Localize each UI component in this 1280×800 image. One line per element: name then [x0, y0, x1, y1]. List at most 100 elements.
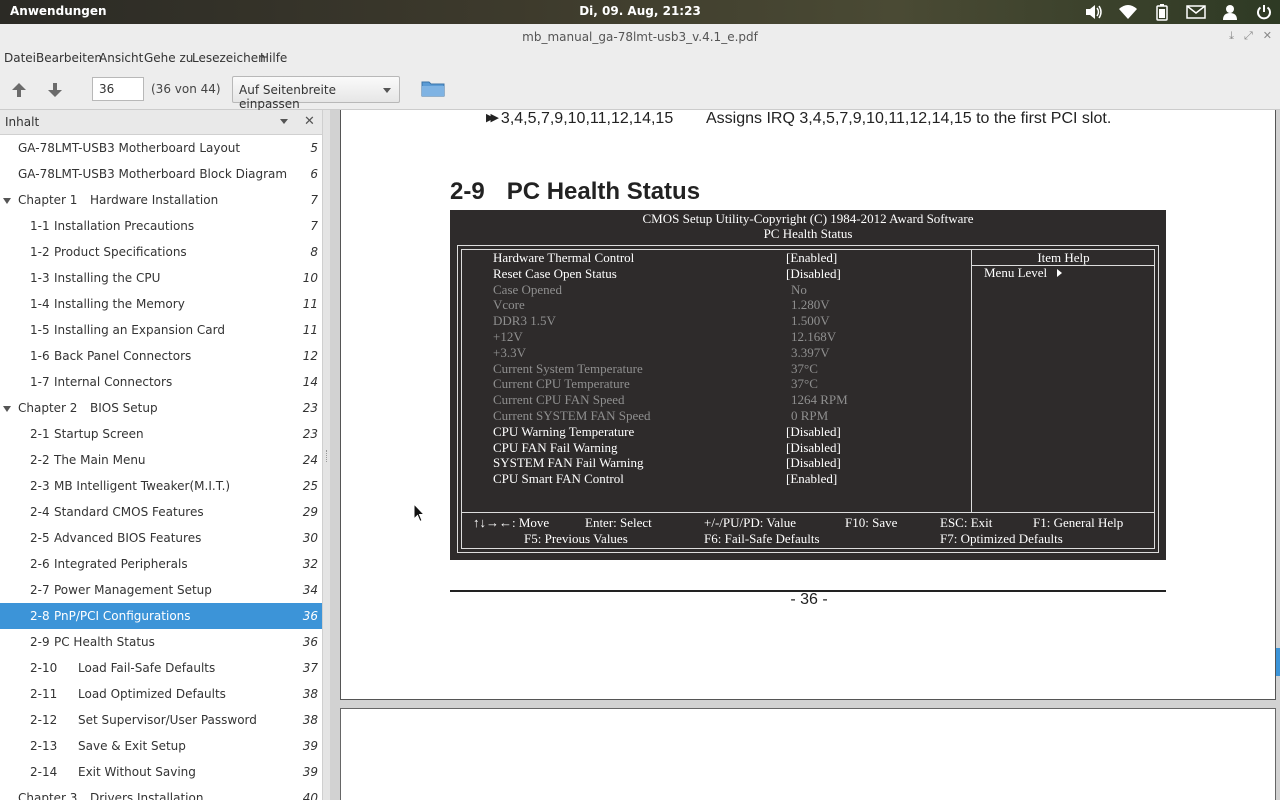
toc-item[interactable]: 1-1 Installation Precautions 7	[0, 213, 322, 239]
sidebar-title[interactable]: Inhalt	[5, 115, 39, 129]
expand-triangle-icon[interactable]	[3, 406, 11, 412]
toc-item[interactable]: Chapter 3 Drivers Installation 40	[0, 785, 322, 800]
toc-item[interactable]: 1-2 Product Specifications 8	[0, 239, 322, 265]
menu-bar: Datei Bearbeiten Ansicht Gehe zu Lesezei…	[0, 50, 1280, 72]
toc-item[interactable]: 2-4 Standard CMOS Features 29	[0, 499, 322, 525]
expand-triangle-icon[interactable]	[3, 198, 11, 204]
menu-ansicht[interactable]: Ansicht	[95, 50, 143, 66]
toc-item[interactable]: 2-11 Load Optimized Defaults 38	[0, 681, 322, 707]
toc-item-number: 2-8	[30, 609, 50, 623]
splitter-grip[interactable]	[326, 450, 328, 462]
pdf-page: ▶▶ 3,4,5,7,9,10,11,12,14,15 Assigns IRQ 3…	[340, 110, 1276, 700]
page-number: - 36 -	[790, 591, 828, 608]
toc-item[interactable]: 2-7 Power Management Setup 34	[0, 577, 322, 603]
toc-item[interactable]: 2-2 The Main Menu 24	[0, 447, 322, 473]
sidebar-splitter[interactable]	[322, 110, 330, 800]
toc-item-number: 2-5	[30, 531, 50, 545]
applications-menu[interactable]: Anwendungen	[10, 4, 107, 18]
user-icon[interactable]	[1220, 2, 1240, 22]
toc-item[interactable]: 2-14 Exit Without Saving 39	[0, 759, 322, 785]
toc-item[interactable]: 2-6 Integrated Peripherals 32	[0, 551, 322, 577]
toc-item-page: 39	[302, 765, 318, 779]
bios-menu-level-label: Menu Level	[984, 265, 1048, 280]
toc-item-page: 6	[310, 167, 318, 181]
toc-item[interactable]: 1-5 Installing an Expansion Card 11	[0, 317, 322, 343]
triangle-right-icon	[1057, 269, 1063, 277]
toc-item[interactable]: 2-12 Set Supervisor/User Password 38	[0, 707, 322, 733]
toc-item-page: 8	[310, 245, 318, 259]
maximize-icon[interactable]: ⤢	[1244, 29, 1253, 43]
minimize-icon[interactable]: ⤓	[1229, 29, 1234, 43]
page-number-input[interactable]: 36	[92, 77, 144, 101]
document-view[interactable]: ▶▶ 3,4,5,7,9,10,11,12,14,15 Assigns IRQ 3…	[330, 110, 1280, 800]
toc-item-number: GA-78LMT-USB3 Motherboard Block Diagram	[18, 167, 288, 181]
toc-item[interactable]: 2-9 PC Health Status 36	[0, 629, 322, 655]
power-icon[interactable]	[1254, 2, 1274, 22]
section-number: 2-9	[450, 178, 485, 205]
menu-hilfe[interactable]: Hilfe	[256, 50, 287, 66]
toc-item-page: 24	[302, 453, 318, 467]
section-heading: 2-9 PC Health Status	[450, 178, 700, 206]
volume-icon[interactable]	[1084, 2, 1104, 22]
toc-item-number: Chapter 3	[18, 791, 78, 800]
chevron-down-icon[interactable]	[280, 119, 288, 124]
toc-item[interactable]: 1-7 Internal Connectors 14	[0, 369, 322, 395]
toc-item-label: The Main Menu	[54, 453, 146, 467]
toc-item-label: Installing the CPU	[54, 271, 161, 285]
toc-item[interactable]: 2-13 Save & Exit Setup 39	[0, 733, 322, 759]
toc-item-page: 40	[302, 791, 318, 800]
menu-lesezeichen[interactable]: Lesezeichen	[188, 50, 266, 66]
window-title: mb_manual_ga-78lmt-usb3_v.4.1_e.pdf	[522, 30, 758, 44]
toc-item-page: 12	[302, 349, 318, 363]
toc-item[interactable]: Chapter 1 Hardware Installation 7	[0, 187, 322, 213]
menu-gehe-zu[interactable]: Gehe zu	[140, 50, 193, 66]
toc-item[interactable]: 2-8 PnP/PCI Configurations 36	[0, 603, 322, 629]
toc-item-number: 2-9	[30, 635, 50, 649]
bios-row-label: Current SYSTEM FAN Speed	[493, 408, 651, 423]
toc-item[interactable]: 2-1 Startup Screen 23	[0, 421, 322, 447]
next-page-button[interactable]	[44, 80, 66, 100]
bios-row: +3.3V 3.397V	[493, 345, 913, 361]
toc-item-number: 2-1	[30, 427, 50, 441]
toc-item[interactable]: 1-4 Installing the Memory 11	[0, 291, 322, 317]
toc-item[interactable]: GA-78LMT-USB3 Motherboard Block Diagram 6	[0, 161, 322, 187]
toc-item[interactable]: 2-3 MB Intelligent Tweaker(M.I.T.) 25	[0, 473, 322, 499]
zoom-select[interactable]: Auf Seitenbreite einpassen	[232, 76, 400, 111]
toc-item[interactable]: GA-78LMT-USB3 Motherboard Layout 5	[0, 135, 322, 161]
toc-item-number: 2-2	[30, 453, 50, 467]
wifi-icon[interactable]	[1118, 2, 1138, 22]
toc-item-page: 7	[310, 193, 318, 207]
bios-row-value: 37°C	[791, 360, 818, 376]
previous-page-button[interactable]	[8, 80, 30, 100]
toc-item-number: Chapter 2	[18, 401, 78, 415]
close-sidebar-icon[interactable]: ✕	[304, 114, 315, 129]
bios-row-value: 1.500V	[791, 313, 830, 329]
bios-row-value: 37°C	[791, 376, 818, 392]
bios-row-value: [Enabled]	[786, 471, 838, 487]
bios-row: Current CPU Temperature 37°C	[493, 376, 913, 392]
scrollbar-thumb[interactable]	[1276, 648, 1280, 676]
mail-icon[interactable]	[1186, 2, 1206, 22]
menu-datei[interactable]: Datei	[0, 50, 36, 66]
toc-item-label: Hardware Installation	[90, 193, 219, 207]
clock[interactable]: Di, 09. Aug, 21:23	[579, 4, 701, 18]
toc-item-label: PnP/PCI Configurations	[54, 609, 191, 623]
toc-item[interactable]: 2-10 Load Fail-Safe Defaults 37	[0, 655, 322, 681]
close-icon[interactable]: ✕	[1263, 29, 1272, 43]
toc-item[interactable]: Chapter 2 BIOS Setup 23	[0, 395, 322, 421]
battery-icon[interactable]	[1152, 2, 1172, 22]
arrow-down-icon	[48, 83, 62, 97]
toc-item-label: PC Health Status	[54, 635, 155, 649]
bios-row: SYSTEM FAN Fail Warning [Disabled]	[493, 455, 913, 471]
bios-menu-level: Menu Level	[984, 265, 1063, 281]
toc-item-page: 39	[302, 739, 318, 753]
bios-row-label: Vcore	[493, 297, 525, 313]
menu-bearbeiten[interactable]: Bearbeiten	[32, 50, 102, 66]
bios-key-failsafe: F6: Fail-Safe Defaults	[704, 531, 820, 546]
toc-item[interactable]: 1-3 Installing the CPU 10	[0, 265, 322, 291]
open-folder-button[interactable]	[421, 79, 445, 99]
toc-item[interactable]: 1-6 Back Panel Connectors 12	[0, 343, 322, 369]
bios-row-value: 1264 RPM	[791, 392, 848, 408]
toc-item[interactable]: 2-5 Advanced BIOS Features 30	[0, 525, 322, 551]
bios-subheader: PC Health Status	[763, 226, 853, 241]
